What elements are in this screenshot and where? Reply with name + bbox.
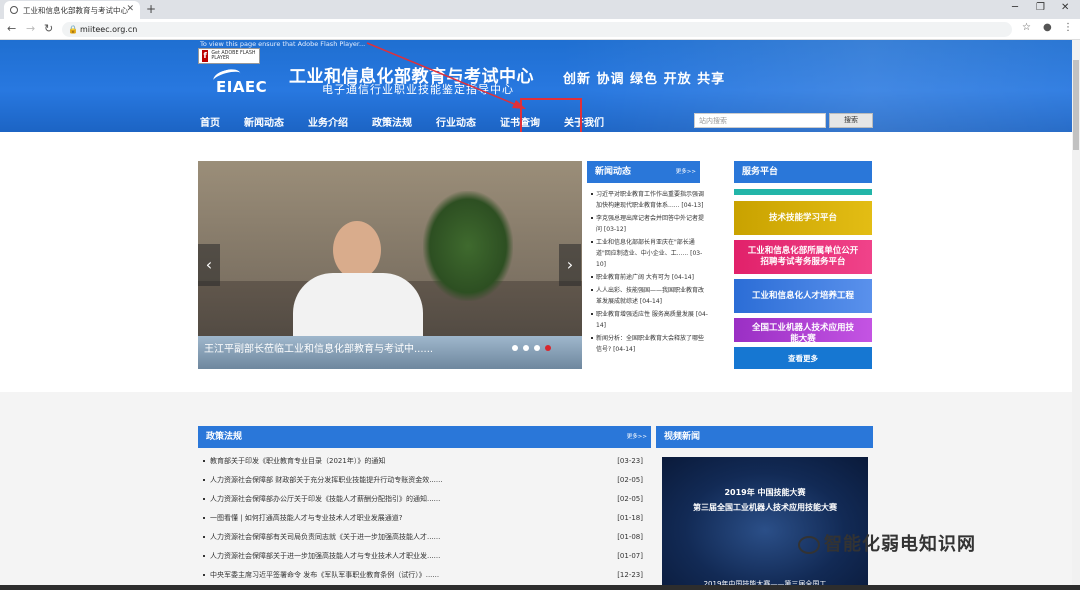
video-thumbnail[interactable]: 2019年 中国技能大赛 第三届全国工业机器人技术应用技能大赛 2019年中国技… xyxy=(662,457,868,590)
news-item[interactable]: 人人出彩、技能强国——我国职业教育改革发展成就综述 [04-14] xyxy=(590,285,708,307)
nav-business[interactable]: 业务介绍 xyxy=(308,114,348,130)
policy-row-text: 人力资源社会保障部关于进一步加强高技能人才与专业技术人才职业发...... xyxy=(210,552,441,560)
service-button-learning[interactable]: 技术技能学习平台 xyxy=(734,201,872,235)
video-header: 视频新闻 xyxy=(656,426,873,448)
policy-row-date: [01-08] xyxy=(617,533,643,541)
slider-photo-plant xyxy=(423,191,513,301)
site-logo[interactable]: EIAEC xyxy=(211,66,273,100)
watermark: 智能化弱电知识网 xyxy=(798,530,976,556)
close-tab-icon[interactable]: ✕ xyxy=(126,4,134,14)
url-text: miiteec.org.cn xyxy=(80,25,138,34)
policy-row-text: 一图看懂 | 如何打通高技能人才与专业技术人才职业发展通道? xyxy=(210,514,403,522)
close-window-icon[interactable]: ✕ xyxy=(1061,2,1069,13)
news-item[interactable]: 新闻分析：全国职业教育大会释放了哪些信号? [04-14] xyxy=(590,333,708,355)
slider-dot-active[interactable] xyxy=(545,345,551,351)
news-item[interactable]: 习近平对职业教育工作作出重要指示强调 加快构建现代职业教育体系...... [0… xyxy=(590,189,708,211)
flash-badge[interactable]: f Get ADOBE FLASH PLAYER xyxy=(198,48,260,64)
policy-row-text: 人力资源社会保障部有关司局负责同志就《关于进一步加强高技能人才...... xyxy=(210,533,441,541)
policy-row-date: [12-23] xyxy=(617,571,643,579)
menu-icon[interactable]: ⋮ xyxy=(1063,22,1073,33)
policy-title: 政策法规 xyxy=(206,432,243,442)
watermark-text: 智能化弱电知识网 xyxy=(824,534,976,555)
tab-title: 工业和信息化部教育与考试中心 xyxy=(23,5,128,15)
service-button-talent[interactable]: 工业和信息化人才培养工程 xyxy=(734,279,872,313)
policy-row-date: [01-18] xyxy=(617,514,643,522)
service-strip xyxy=(734,189,872,195)
policy-row-date: [02-05] xyxy=(617,476,643,484)
logo-text: EIAEC xyxy=(216,78,268,96)
video-line1: 2019年 中国技能大赛 xyxy=(724,488,806,497)
policy-more-link[interactable]: 更多>> xyxy=(627,426,647,448)
lock-icon: 🔒 xyxy=(68,25,78,34)
video-line2: 第三届全国工业机器人技术应用技能大赛 xyxy=(693,503,837,512)
video-title: 视频新闻 xyxy=(664,432,701,442)
service-button-robot[interactable]: 全国工业机器人技术应用技能大赛 xyxy=(734,318,872,342)
nav-industry[interactable]: 行业动态 xyxy=(436,114,476,130)
policy-row[interactable]: 人力资源社会保障部办公厅关于印发《技能人才薪酬分配指引》的通知...... [02… xyxy=(200,490,647,509)
forward-icon[interactable]: → xyxy=(26,22,35,35)
address-bar: ← → ↻ 🔒 miiteec.org.cn ☆ ● ⋮ xyxy=(0,19,1080,40)
policy-row[interactable]: 中央军委主席习近平签署命令 发布《军队军事职业教育条例（试行）》...... [1… xyxy=(200,566,647,585)
flash-icon: f xyxy=(202,50,209,62)
slider-dot[interactable] xyxy=(534,345,540,351)
globe-icon xyxy=(10,6,18,14)
flash-badge-text: Get ADOBE FLASH PLAYER xyxy=(211,51,256,61)
service-header: 服务平台 xyxy=(734,161,872,183)
new-tab-button[interactable]: + xyxy=(146,2,156,16)
policy-list: 教育部关于印发《职业教育专业目录（2021年）》的通知 [03-23] 人力资源社… xyxy=(200,452,647,585)
tab-strip: 工业和信息化部教育与考试中心 ✕ + ─ ❐ ✕ xyxy=(0,0,1080,19)
policy-row-text: 中央军委主席习近平签署命令 发布《军队军事职业教育条例（试行）》...... xyxy=(210,571,440,579)
search-button[interactable]: 搜索 xyxy=(829,113,873,128)
url-field[interactable]: 🔒 miiteec.org.cn xyxy=(62,22,1012,37)
policy-row-text: 教育部关于印发《职业教育专业目录（2021年）》的通知 xyxy=(210,457,386,465)
slider-next-icon[interactable]: › xyxy=(559,244,581,286)
search-input[interactable]: 站内搜索 xyxy=(694,113,826,128)
taskbar xyxy=(0,585,1080,590)
news-list: 习近平对职业教育工作作出重要指示强调 加快构建现代职业教育体系...... [0… xyxy=(590,189,708,357)
restore-icon[interactable]: ❐ xyxy=(1036,2,1045,13)
policy-row-date: [02-05] xyxy=(617,495,643,503)
slider-dot[interactable] xyxy=(512,345,518,351)
policy-row[interactable]: 教育部关于印发《职业教育专业目录（2021年）》的通知 [03-23] xyxy=(200,452,647,471)
policy-row-date: [03-23] xyxy=(617,457,643,465)
news-slider[interactable]: 王江平副部长莅临工业和信息化部教育与考试中...... xyxy=(198,161,582,369)
news-header: 新闻动态 更多>> xyxy=(587,161,700,183)
browser-tab[interactable]: 工业和信息化部教育与考试中心 ✕ xyxy=(4,1,140,19)
news-item[interactable]: 工业和信息化部部长肖亚庆在"部长通道"回应制造业、中小企业、工...... [0… xyxy=(590,237,708,270)
reload-icon[interactable]: ↻ xyxy=(44,22,53,35)
policy-row-text: 人力资源社会保障部 财政部关于充分发挥职业技能提升行动专账资金效...... xyxy=(210,476,443,484)
service-title: 服务平台 xyxy=(742,167,779,177)
nav-news[interactable]: 新闻动态 xyxy=(244,114,284,130)
news-item[interactable]: 职业教育增强适应性 服务高质量发展 [04-14] xyxy=(590,309,708,331)
slider-dots xyxy=(512,345,551,351)
wechat-icon xyxy=(798,536,820,554)
profile-icon[interactable]: ● xyxy=(1043,22,1052,33)
policy-row-date: [01-07] xyxy=(617,552,643,560)
minimize-icon[interactable]: ─ xyxy=(1012,2,1018,13)
site-slogan: 创新 协调 绿色 开放 共享 xyxy=(563,72,726,87)
service-more-button[interactable]: 查看更多 xyxy=(734,347,872,369)
nav-home[interactable]: 首页 xyxy=(200,114,220,130)
news-title: 新闻动态 xyxy=(595,167,632,177)
nav-policy[interactable]: 政策法规 xyxy=(372,114,412,130)
news-item[interactable]: 李克强总理出席记者会并回答中外记者提问 [03-12] xyxy=(590,213,708,235)
bookmark-star-icon[interactable]: ☆ xyxy=(1022,22,1031,33)
site-subtitle: 电子通信行业职业技能鉴定指导中心 xyxy=(322,83,514,96)
policy-row[interactable]: 人力资源社会保障部关于进一步加强高技能人才与专业技术人才职业发...... [01… xyxy=(200,547,647,566)
slider-prev-icon[interactable]: ‹ xyxy=(198,244,220,286)
policy-row[interactable]: 人力资源社会保障部 财政部关于充分发挥职业技能提升行动专账资金效...... [0… xyxy=(200,471,647,490)
news-item[interactable]: 职业教育前途广阔 大有可为 [04-14] xyxy=(590,272,708,283)
scrollbar-thumb[interactable] xyxy=(1073,60,1079,150)
policy-row[interactable]: 人力资源社会保障部有关司局负责同志就《关于进一步加强高技能人才...... [01… xyxy=(200,528,647,547)
policy-header: 政策法规 更多>> xyxy=(198,426,651,448)
service-button-recruitment[interactable]: 工业和信息化部所属单位公开招聘考试考务服务平台 xyxy=(734,240,872,274)
news-more-link[interactable]: 更多>> xyxy=(676,161,696,183)
scrollbar[interactable] xyxy=(1072,40,1080,585)
back-icon[interactable]: ← xyxy=(7,22,16,35)
slider-dot[interactable] xyxy=(523,345,529,351)
policy-row-text: 人力资源社会保障部办公厅关于印发《技能人才薪酬分配指引》的通知...... xyxy=(210,495,441,503)
flash-note: To view this page ensure that Adobe Flas… xyxy=(200,40,366,48)
policy-row[interactable]: 一图看懂 | 如何打通高技能人才与专业技术人才职业发展通道? [01-18] xyxy=(200,509,647,528)
